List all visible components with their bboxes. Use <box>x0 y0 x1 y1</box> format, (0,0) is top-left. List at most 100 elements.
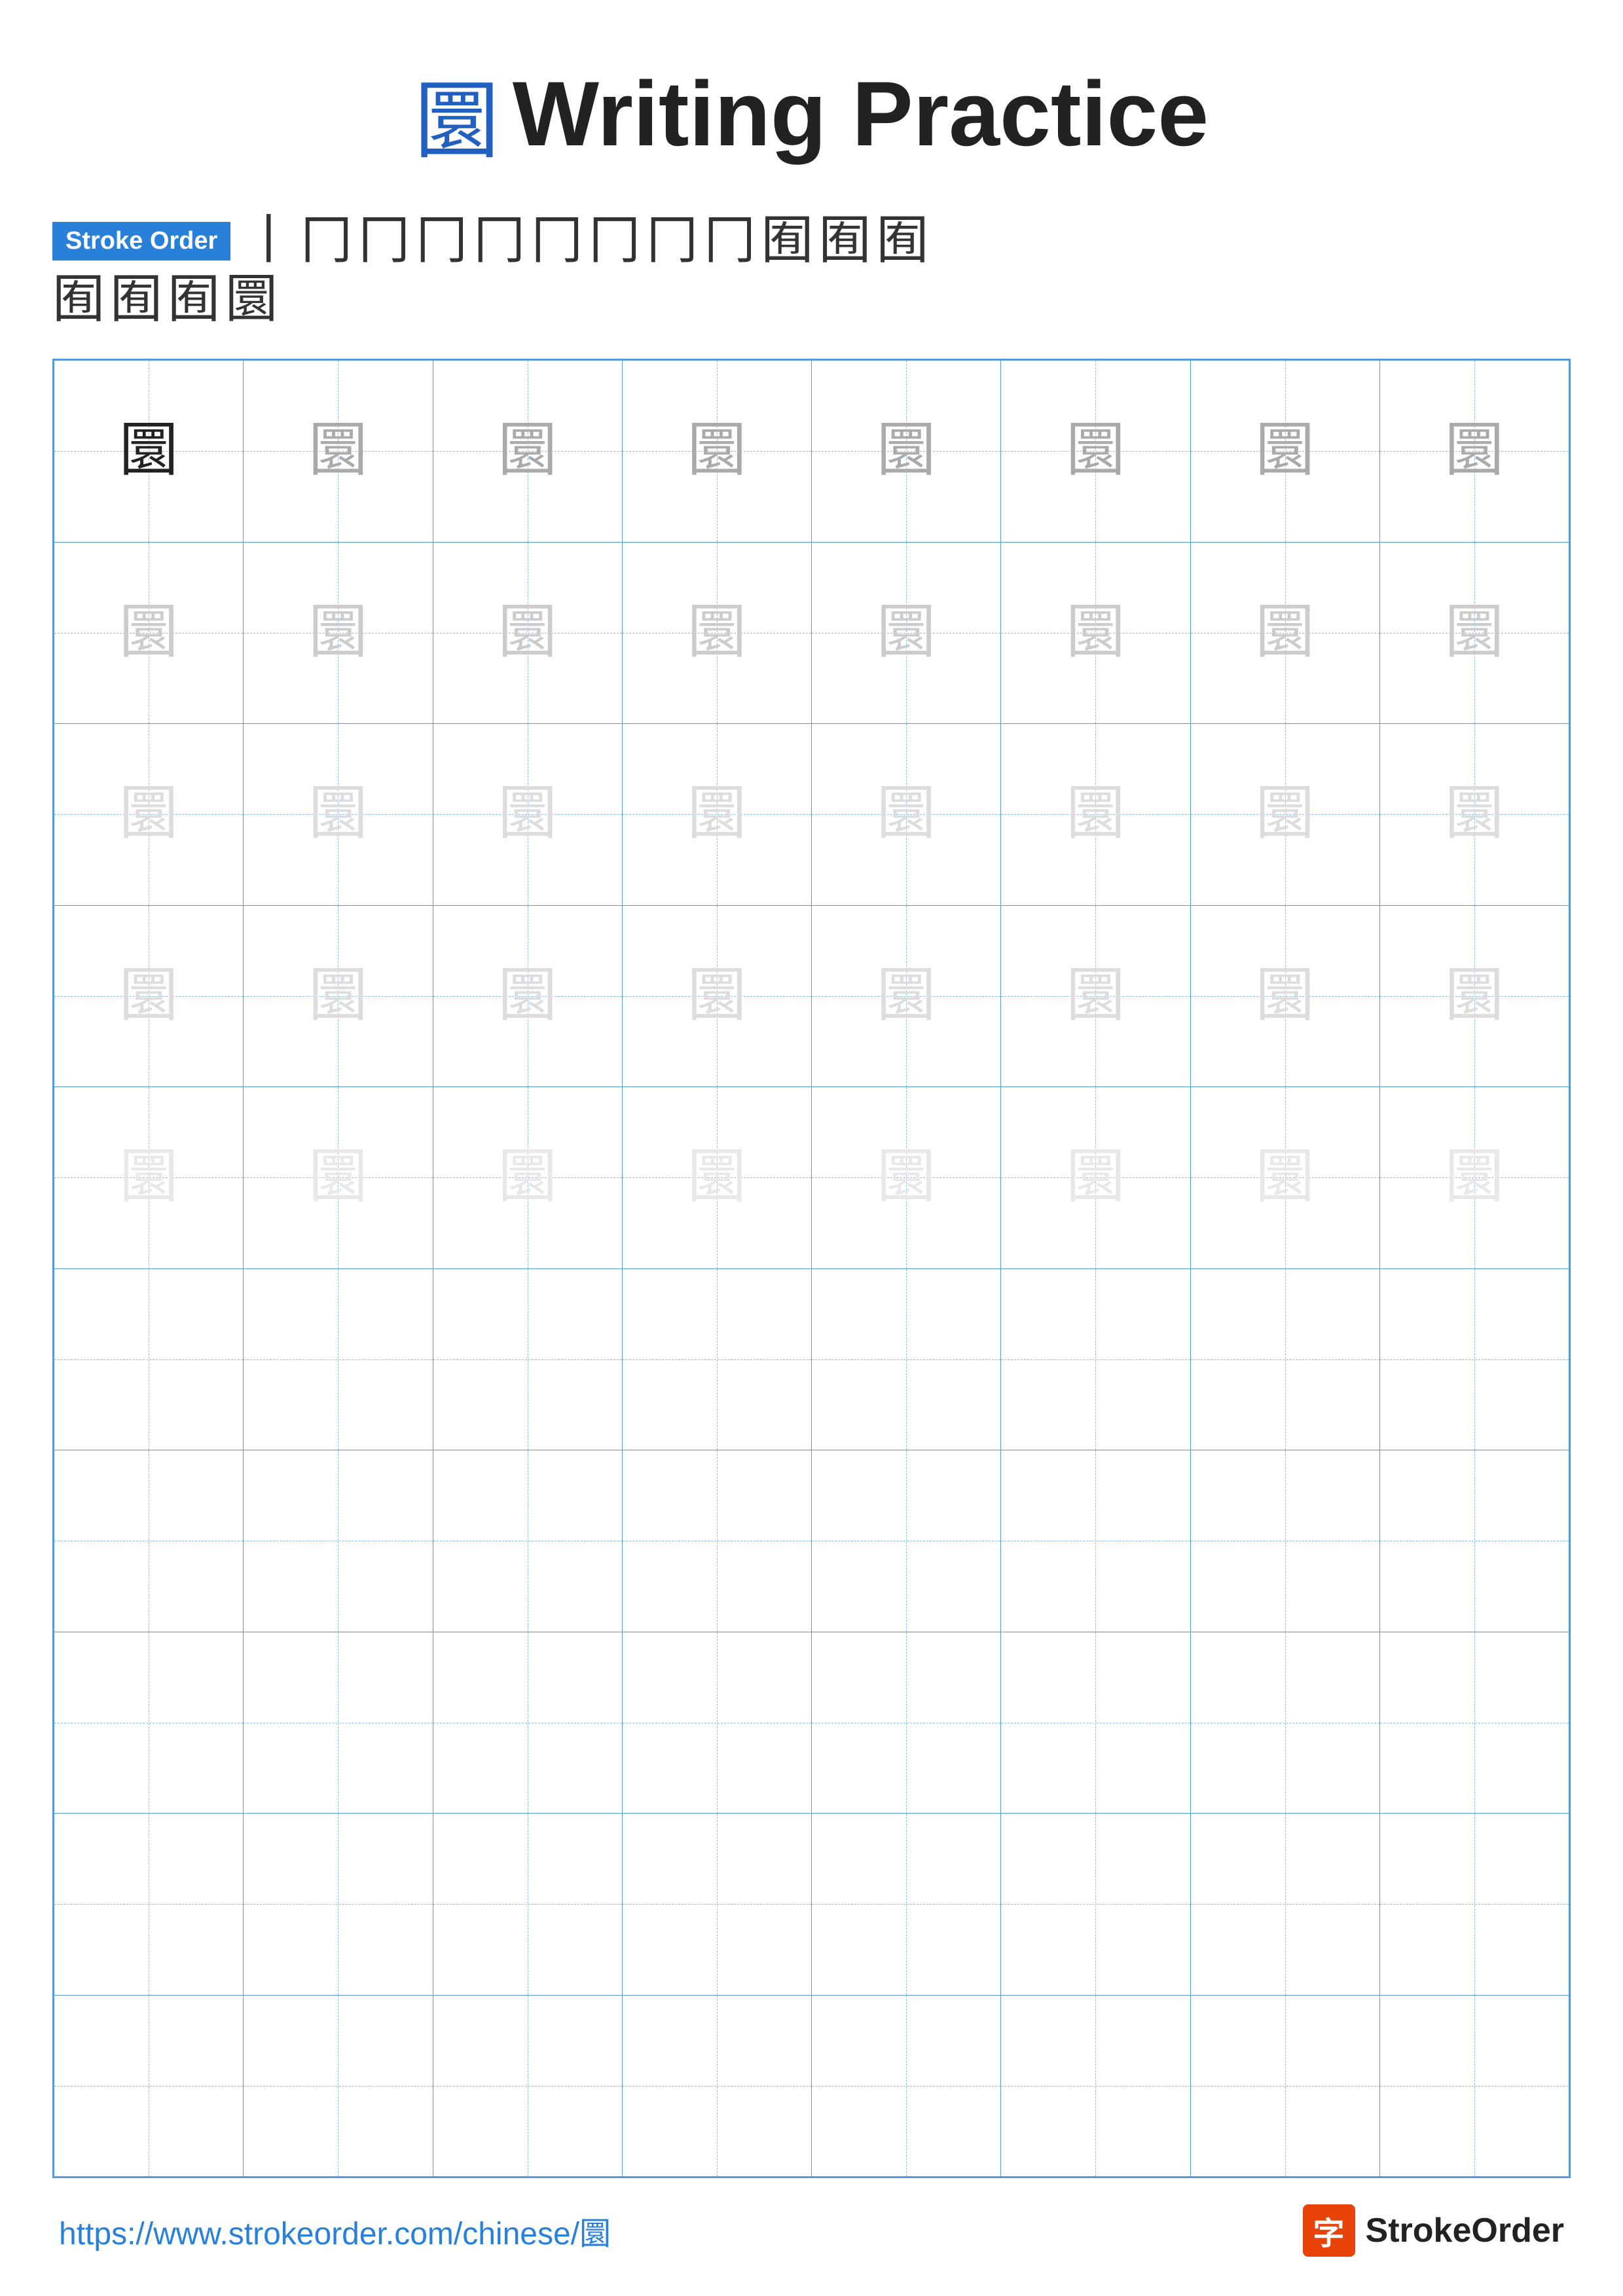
grid-cell[interactable] <box>1190 1268 1379 1450</box>
stroke-6: 冂 <box>530 215 583 267</box>
grid-cell[interactable] <box>244 1995 433 2177</box>
grid-cell[interactable]: 圜 <box>1001 1087 1190 1269</box>
grid-cell[interactable]: 圜 <box>1001 542 1190 724</box>
grid-cell[interactable] <box>1190 1450 1379 1632</box>
grid-cell[interactable]: 圜 <box>1379 361 1569 543</box>
grid-cell[interactable] <box>1001 1814 1190 1996</box>
grid-cell[interactable] <box>1379 1450 1569 1632</box>
char-guide: 圜 <box>119 785 178 844</box>
grid-cell[interactable]: 圜 <box>1379 542 1569 724</box>
stroke-order-row-1: Stroke Order 丨 冂 冂 冂 冂 冂 冂 冂 冂 囿 囿 囿 <box>52 215 1571 267</box>
grid-cell[interactable]: 圜 <box>1001 361 1190 543</box>
grid-cell[interactable]: 圜 <box>1190 542 1379 724</box>
grid-cell[interactable]: 圜 <box>812 542 1001 724</box>
grid-cell[interactable]: 圜 <box>433 1087 622 1269</box>
grid-cell[interactable] <box>54 1995 244 2177</box>
grid-cell[interactable]: 圜 <box>244 724 433 906</box>
grid-row-3: 圜 圜 圜 圜 圜 圜 圜 圜 <box>54 724 1569 906</box>
grid-cell[interactable]: 圜 <box>812 361 1001 543</box>
grid-cell[interactable] <box>433 1268 622 1450</box>
grid-cell[interactable]: 圜 <box>1001 905 1190 1087</box>
grid-cell[interactable] <box>244 1814 433 1996</box>
grid-cell[interactable] <box>812 1632 1001 1814</box>
grid-cell[interactable]: 圜 <box>622 361 811 543</box>
grid-cell[interactable]: 圜 <box>622 724 811 906</box>
header-character: 圜 <box>414 52 500 175</box>
grid-cell[interactable]: 圜 <box>1379 1087 1569 1269</box>
grid-cell[interactable]: 圜 <box>244 361 433 543</box>
grid-cell[interactable] <box>54 1632 244 1814</box>
header: 圜 Writing Practice <box>52 52 1571 175</box>
char-guide: 圜 <box>687 422 746 480</box>
footer-link[interactable]: https://www.strokeorder.com/chinese/圜 <box>59 2208 611 2253</box>
char-guide: 圜 <box>1256 785 1315 844</box>
grid-cell[interactable] <box>812 1995 1001 2177</box>
char-dark: 圜 <box>119 422 178 480</box>
grid-cell[interactable] <box>622 1632 811 1814</box>
grid-cell[interactable] <box>54 1450 244 1632</box>
grid-cell[interactable] <box>244 1450 433 1632</box>
grid-cell[interactable]: 圜 <box>244 542 433 724</box>
grid-cell[interactable]: 圜 <box>433 724 622 906</box>
grid-cell[interactable]: 圜 <box>622 905 811 1087</box>
grid-cell[interactable]: 圜 <box>1190 724 1379 906</box>
grid-cell[interactable]: 圜 <box>622 1087 811 1269</box>
grid-cell[interactable]: 圜 <box>54 542 244 724</box>
grid-cell[interactable] <box>622 1450 811 1632</box>
grid-cell[interactable] <box>54 1814 244 1996</box>
grid-cell[interactable]: 圜 <box>1379 724 1569 906</box>
grid-cell[interactable] <box>1001 1632 1190 1814</box>
stroke-16: 圜 <box>225 274 278 326</box>
grid-cell[interactable] <box>1190 1995 1379 2177</box>
char-guide: 圜 <box>498 785 557 844</box>
grid-cell[interactable] <box>244 1632 433 1814</box>
grid-row-7 <box>54 1450 1569 1632</box>
grid-cell[interactable] <box>622 1268 811 1450</box>
grid-cell[interactable]: 圜 <box>1190 1087 1379 1269</box>
grid-cell[interactable] <box>54 1268 244 1450</box>
grid-cell[interactable]: 圜 <box>54 724 244 906</box>
grid-cell[interactable]: 圜 <box>54 1087 244 1269</box>
char-guide: 圜 <box>498 422 557 480</box>
grid-cell[interactable] <box>433 1450 622 1632</box>
grid-cell[interactable] <box>812 1268 1001 1450</box>
grid-cell[interactable] <box>1190 1814 1379 1996</box>
grid-cell[interactable]: 圜 <box>812 724 1001 906</box>
grid-cell[interactable] <box>622 1814 811 1996</box>
char-guide: 圜 <box>687 603 746 662</box>
char-guide: 圜 <box>877 967 936 1026</box>
grid-cell[interactable]: 圜 <box>244 1087 433 1269</box>
grid-cell[interactable] <box>1379 1268 1569 1450</box>
grid-cell[interactable] <box>1379 1995 1569 2177</box>
grid-cell[interactable]: 圜 <box>622 542 811 724</box>
grid-cell[interactable]: 圜 <box>1190 361 1379 543</box>
grid-cell[interactable] <box>622 1995 811 2177</box>
grid-cell[interactable]: 圜 <box>1190 905 1379 1087</box>
grid-cell[interactable] <box>433 1632 622 1814</box>
grid-cell[interactable] <box>812 1450 1001 1632</box>
grid-cell[interactable] <box>433 1995 622 2177</box>
char-guide: 圜 <box>1256 603 1315 662</box>
grid-cell[interactable]: 圜 <box>1001 724 1190 906</box>
grid-cell[interactable]: 圜 <box>54 361 244 543</box>
grid-cell[interactable]: 圜 <box>433 542 622 724</box>
grid-cell[interactable] <box>433 1814 622 1996</box>
char-guide: 圜 <box>1256 1148 1315 1207</box>
grid-cell[interactable] <box>1379 1632 1569 1814</box>
grid-cell[interactable]: 圜 <box>1379 905 1569 1087</box>
grid-cell[interactable] <box>1001 1450 1190 1632</box>
grid-cell[interactable]: 圜 <box>244 905 433 1087</box>
grid-cell[interactable] <box>812 1814 1001 1996</box>
grid-cell[interactable]: 圜 <box>54 905 244 1087</box>
grid-cell[interactable]: 圜 <box>433 905 622 1087</box>
char-guide: 圜 <box>877 422 936 480</box>
grid-cell[interactable]: 圜 <box>812 1087 1001 1269</box>
grid-cell[interactable]: 圜 <box>433 361 622 543</box>
grid-cell[interactable] <box>1379 1814 1569 1996</box>
page-title: Writing Practice <box>513 61 1209 167</box>
grid-cell[interactable] <box>244 1268 433 1450</box>
grid-cell[interactable] <box>1001 1995 1190 2177</box>
grid-cell[interactable]: 圜 <box>812 905 1001 1087</box>
grid-cell[interactable] <box>1001 1268 1190 1450</box>
grid-cell[interactable] <box>1190 1632 1379 1814</box>
